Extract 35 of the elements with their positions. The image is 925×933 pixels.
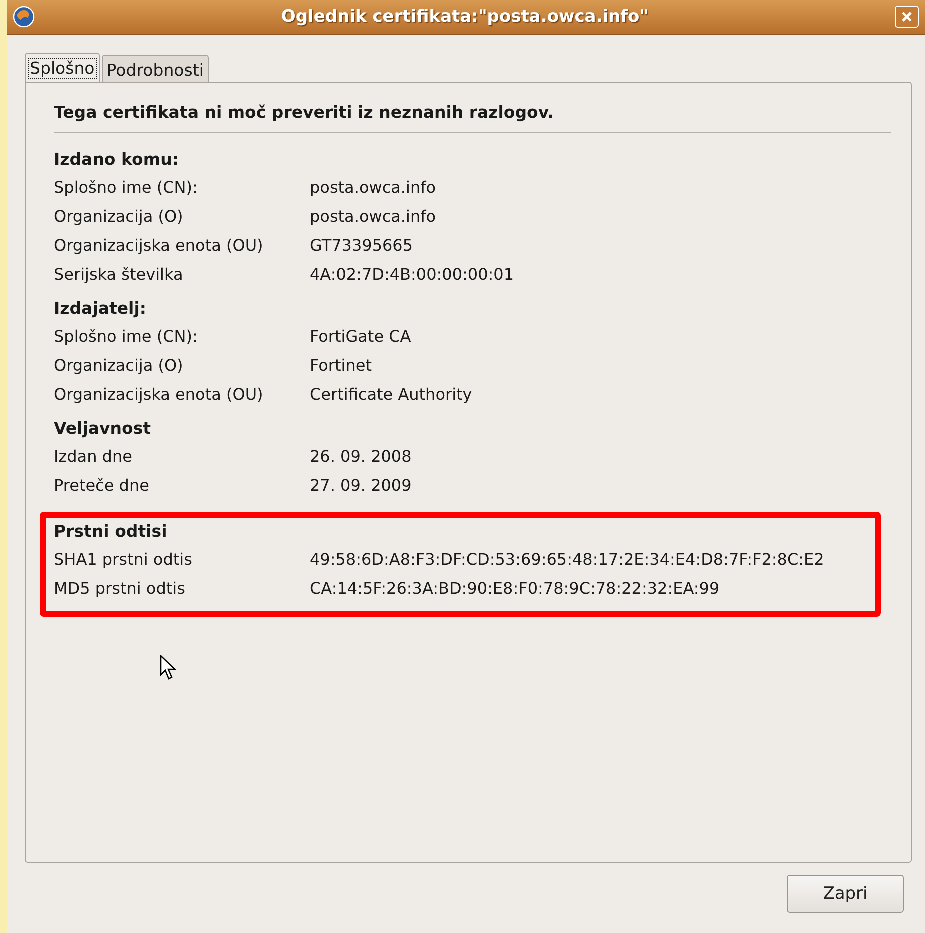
field-value: 26. 09. 2008 bbox=[310, 446, 412, 468]
tab[interactable]: Splošno bbox=[25, 53, 100, 83]
field-value: posta.owca.info bbox=[310, 177, 436, 199]
globe-icon bbox=[13, 6, 35, 28]
section-heading: Veljavnost bbox=[54, 418, 152, 440]
field-label: MD5 prstni odtis bbox=[54, 578, 186, 600]
status-message: Tega certifikata ni moč preveriti iz neznanih razlogov. bbox=[54, 103, 556, 124]
field-label: Organizacija (O) bbox=[54, 355, 184, 377]
field-value: Fortinet bbox=[310, 355, 372, 377]
section-heading: Prstni odtisi bbox=[54, 521, 168, 543]
field-value: CA:14:5F:26:3A:BD:90:E8:F0:78:9C:78:22:32:EA:99 bbox=[310, 578, 720, 600]
section-heading: Izdano komu: bbox=[54, 149, 180, 171]
field-label: Splošno ime (CN): bbox=[54, 177, 199, 199]
field-label: Organizacija (O) bbox=[54, 206, 184, 228]
field-value: 27. 09. 2009 bbox=[310, 475, 412, 497]
close-icon bbox=[901, 11, 913, 23]
field-label: Serijska številka bbox=[54, 264, 184, 286]
field-value: Certificate Authority bbox=[310, 384, 472, 406]
window-title: Oglednik certifikata:"posta.owca.info" bbox=[280, 7, 650, 27]
close-dialog-button[interactable]: Zapri bbox=[787, 875, 904, 913]
field-value: GT73395665 bbox=[310, 235, 414, 257]
field-label: Izdan dne bbox=[54, 446, 134, 468]
field-value: 4A:02:7D:4B:00:00:00:01 bbox=[310, 264, 514, 286]
close-button[interactable] bbox=[895, 6, 919, 28]
field-label: SHA1 prstni odtis bbox=[54, 549, 194, 571]
field-label: Splošno ime (CN): bbox=[54, 326, 199, 348]
section-heading: Izdajatelj: bbox=[54, 298, 148, 320]
field-label: Organizacijska enota (OU) bbox=[54, 384, 264, 406]
mouse-cursor-icon bbox=[160, 655, 178, 681]
field-value: posta.owca.info bbox=[310, 206, 436, 228]
field-label: Organizacijska enota (OU) bbox=[54, 235, 264, 257]
field-value: FortiGate CA bbox=[310, 326, 412, 348]
field-label: Preteče dne bbox=[54, 475, 150, 497]
field-value: 49:58:6D:A8:F3:DF:CD:53:69:65:48:17:2E:34:E4:D8:7F:F2:8C:E2 bbox=[310, 549, 824, 571]
tab[interactable]: Podrobnosti bbox=[102, 55, 209, 83]
